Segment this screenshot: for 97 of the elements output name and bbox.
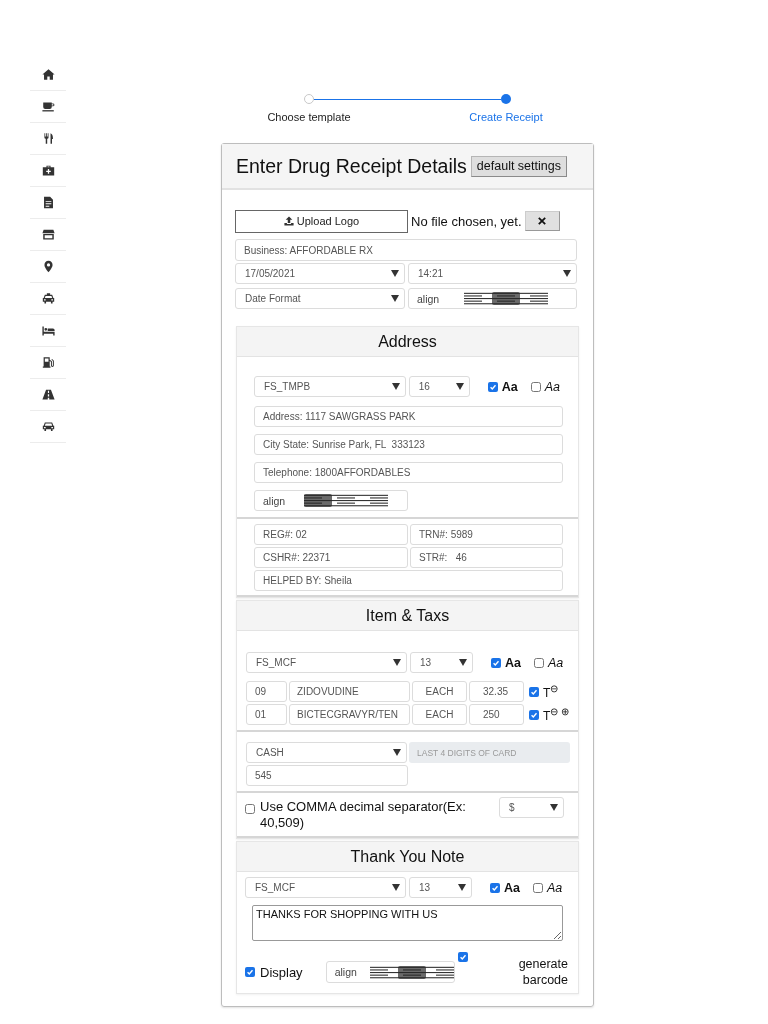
italic-style-label: Aa (544, 379, 560, 394)
file-status-text: No file chosen, yet. (411, 213, 522, 229)
checkbox[interactable] (457, 952, 468, 962)
receipt-info-field[interactable]: STR#: 46 (410, 547, 563, 568)
receipt-info-field[interactable]: HELPED BY: Sheila (254, 570, 563, 591)
fuel-pump-icon[interactable] (41, 356, 55, 369)
amount-field[interactable]: 545 (246, 765, 408, 786)
car-icon[interactable] (41, 420, 55, 433)
bold-style-label: Aa (504, 880, 520, 895)
italic-style-label: Aa (547, 880, 563, 895)
caret-down-icon (391, 383, 400, 390)
decimal-separator-label: Use COMMA decimal separator(Ex: 40,509) (260, 799, 467, 831)
upload-icon (283, 216, 294, 226)
date-select[interactable]: 17/05/2021 (235, 263, 405, 284)
font-size-select[interactable]: 13 (410, 652, 473, 673)
price-field[interactable]: 250 (469, 704, 524, 725)
caret-down-icon (393, 659, 401, 666)
medical-kit-icon[interactable] (41, 164, 55, 177)
caret-down-icon (391, 270, 399, 277)
home-icon[interactable] (41, 68, 55, 81)
caret-down-icon (455, 383, 464, 390)
font-select[interactable]: FS_MCF (246, 652, 407, 673)
checkbox[interactable] (533, 882, 543, 893)
caret-down-icon (563, 270, 571, 277)
address-field[interactable]: Telephone: 1800AFFORDABLES (254, 462, 563, 483)
font-select[interactable]: FS_TMPB (254, 376, 406, 397)
checkbox[interactable] (487, 381, 498, 392)
receipt-info-field[interactable]: TRN#: 5989 (410, 524, 563, 545)
caret-down-icon (550, 804, 558, 811)
align-left-icon[interactable] (369, 965, 398, 979)
receipt-info-field[interactable]: CSHR#: 22371 (254, 547, 408, 568)
business-field[interactable]: Business: AFFORDABLE RX (235, 239, 577, 261)
close-icon (538, 217, 547, 225)
section-header: Item & Taxs (237, 601, 578, 631)
currency-select[interactable]: $ (499, 797, 564, 818)
step-label[interactable]: Choose template (249, 111, 369, 123)
item-name-field[interactable]: ZIDOVUDINE (289, 681, 410, 702)
bold-style-label: Aa (501, 379, 518, 394)
barcode-label: generate barcode (517, 956, 568, 988)
store-icon[interactable] (41, 228, 55, 241)
align-label: align (334, 966, 358, 978)
caret-down-icon (393, 749, 401, 756)
align-right-icon[interactable] (520, 292, 548, 305)
align-center-icon[interactable] (332, 494, 360, 507)
align-label: align (417, 292, 441, 305)
align-label: align (263, 494, 287, 507)
italic-style-label: Aa (548, 655, 564, 670)
checkbox[interactable] (529, 686, 539, 697)
quantity-field[interactable]: 09 (246, 681, 287, 702)
tax-mark: T$^{⊖}$ (543, 683, 559, 700)
step-label[interactable]: Create Receipt (446, 111, 566, 123)
caret-down-icon (458, 884, 466, 891)
fork-knife-icon[interactable] (41, 132, 55, 145)
clear-file-button[interactable] (524, 211, 560, 231)
caret-down-icon (391, 295, 399, 302)
bed-icon[interactable] (41, 324, 55, 337)
receipt-info-field[interactable]: REG#: 02 (254, 524, 408, 545)
unit-field[interactable]: EACH (412, 704, 467, 725)
caret-down-icon (459, 659, 467, 666)
payment-select[interactable]: CASH (246, 742, 407, 763)
address-field[interactable]: City State: Sunrise Park, FL 333123 (254, 434, 563, 455)
align-center-icon[interactable] (397, 965, 426, 979)
quantity-field[interactable]: 01 (246, 704, 287, 725)
section-header: Address (237, 327, 578, 357)
checkbox[interactable] (490, 882, 500, 893)
coffee-cup-icon[interactable] (41, 100, 55, 113)
price-field[interactable]: 32.35 (469, 681, 524, 702)
align-right-icon[interactable] (425, 965, 454, 979)
map-pin-icon[interactable] (41, 260, 55, 273)
date-format-select[interactable]: Date Format (235, 288, 405, 309)
road-icon[interactable] (41, 388, 55, 401)
section-header: Thank You Note (237, 842, 578, 872)
unit-field[interactable]: EACH (412, 681, 467, 702)
address-field[interactable]: Address: 1117 SAWGRASS PARK (254, 406, 563, 427)
item-name-field[interactable]: BICTECGRAVYR/TEN (289, 704, 410, 725)
checkbox[interactable] (245, 967, 255, 977)
time-select[interactable]: 14:21 (408, 263, 577, 284)
document-icon[interactable] (41, 196, 55, 209)
checkbox[interactable] (534, 657, 544, 668)
default-settings-button[interactable]: default settings (470, 155, 567, 177)
form-title: Enter Drug Receipt Details (236, 154, 467, 178)
taxi-icon[interactable] (41, 292, 55, 305)
checkbox[interactable] (530, 381, 541, 392)
checkbox[interactable] (529, 709, 539, 720)
tax-mark: T$^{⊖ ⊕}$ (543, 706, 570, 723)
align-left-icon[interactable] (464, 292, 492, 305)
font-size-select[interactable]: 13 (409, 877, 472, 898)
checkbox[interactable] (491, 657, 501, 668)
font-size-select[interactable]: 16 (408, 376, 470, 397)
upload-logo-button[interactable]: Upload Logo (235, 209, 408, 233)
font-select[interactable]: FS_MCF (245, 877, 406, 898)
caret-down-icon (392, 884, 400, 891)
bold-style-label: Aa (505, 655, 521, 670)
align-right-icon[interactable] (360, 494, 388, 507)
note-textarea[interactable]: THANKS FOR SHOPPING WITH US (252, 905, 563, 941)
display-label: Display (260, 964, 303, 980)
checkbox[interactable] (245, 804, 255, 814)
